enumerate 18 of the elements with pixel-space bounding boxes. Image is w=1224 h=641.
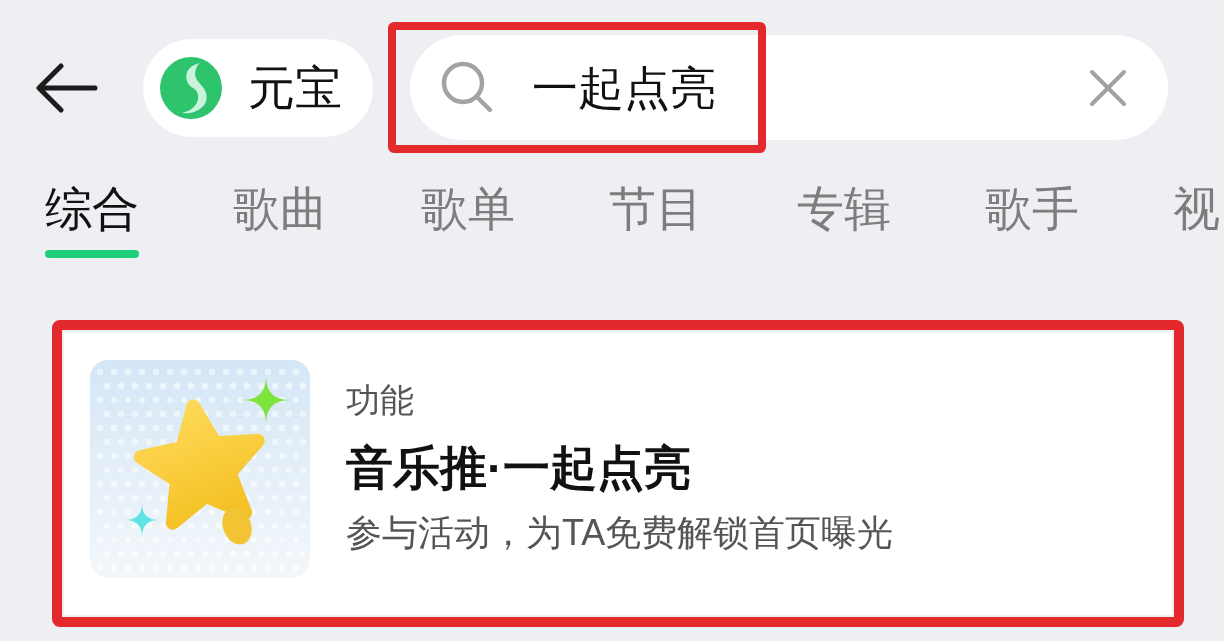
category-tab[interactable]: 节目	[609, 185, 703, 258]
search-icon	[440, 60, 495, 115]
result-description: 参与活动，为TA免费解锁首页曝光	[346, 515, 894, 551]
close-icon	[1089, 68, 1127, 107]
category-tab[interactable]: 歌单	[421, 185, 515, 258]
assistant-chip[interactable]: 元宝	[143, 38, 373, 137]
star-sparkles-icon	[90, 360, 310, 578]
back-icon[interactable]	[35, 62, 99, 113]
category-tab[interactable]: 专辑	[797, 185, 891, 258]
category-tab[interactable]: 综合	[45, 185, 139, 258]
clear-button[interactable]	[1088, 67, 1128, 108]
result-title: 音乐推·一起点亮	[346, 444, 691, 491]
result-category: 功能	[346, 383, 414, 417]
category-tab[interactable]: 视	[1173, 185, 1220, 258]
swirl-logo-icon	[160, 56, 222, 119]
category-tab[interactable]: 歌手	[985, 185, 1079, 258]
category-tab[interactable]: 歌曲	[233, 185, 327, 258]
result-card[interactable]: 功能 音乐推·一起点亮 参与活动，为TA免费解锁首页曝光	[64, 332, 1172, 615]
